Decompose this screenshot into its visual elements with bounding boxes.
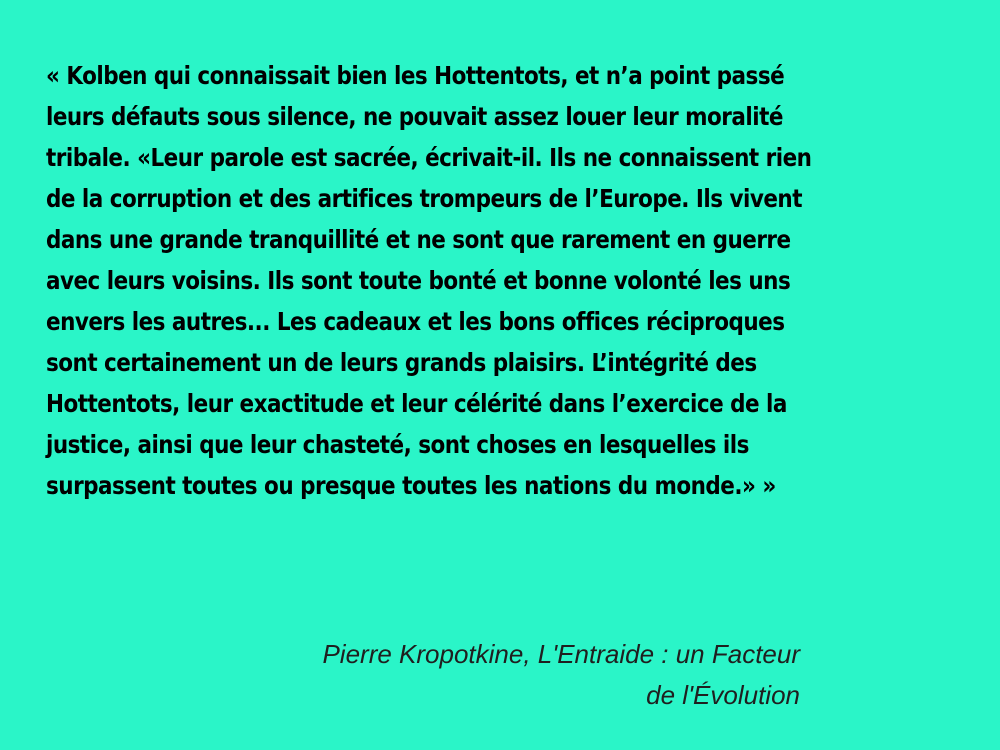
quote-line: avec leurs voisins. Ils sont toute bonté… bbox=[46, 266, 791, 295]
quote-line: leurs défauts sous silence, ne pouvait a… bbox=[46, 102, 783, 131]
quote-line: envers les autres... Les cadeaux et les … bbox=[46, 307, 785, 336]
quote-line: de la corruption et des artifices trompe… bbox=[46, 184, 803, 213]
quote-line: « Kolben qui connaissait bien les Hotten… bbox=[46, 61, 785, 90]
quote-line: tribale. «Leur parole est sacrée, écriva… bbox=[46, 143, 812, 172]
quote-line: dans une grande tranquillité et ne sont … bbox=[46, 225, 791, 254]
attribution-line: de l'Évolution bbox=[646, 680, 800, 710]
quote-line: sont certainement un de leurs grands pla… bbox=[46, 348, 757, 377]
quote-line: surpassent toutes ou presque toutes les … bbox=[46, 471, 776, 500]
quote-text: « Kolben qui connaissait bien les Hotten… bbox=[46, 55, 837, 506]
quote-line: Hottentots, leur exactitude et leur célé… bbox=[46, 389, 787, 418]
attribution: Pierre Kropotkine, L'Entraide : un Facte… bbox=[160, 634, 800, 716]
quote-line: justice, ainsi que leur chasteté, sont c… bbox=[46, 430, 749, 459]
attribution-line: Pierre Kropotkine, L'Entraide : un Facte… bbox=[322, 639, 800, 669]
slide: « Kolben qui connaissait bien les Hotten… bbox=[0, 0, 1000, 750]
